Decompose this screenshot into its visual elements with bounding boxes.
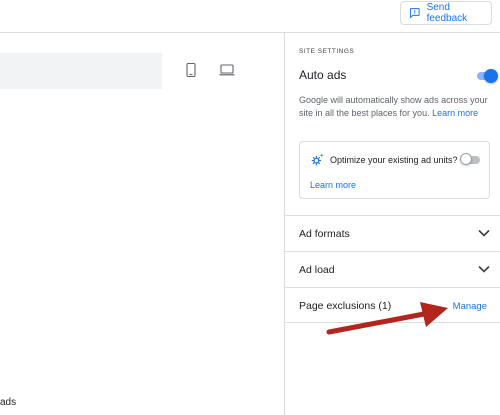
learn-more-link[interactable]: Learn more: [432, 108, 478, 118]
chevron-down-icon[interactable]: [477, 262, 491, 281]
gear-sparkle-icon: [310, 153, 324, 172]
optimize-learn-more-link[interactable]: Learn more: [310, 180, 356, 190]
toggle-thumb: [460, 153, 472, 165]
send-feedback-button[interactable]: Send feedback: [400, 1, 492, 25]
laptop-icon[interactable]: [219, 63, 235, 81]
auto-ads-description: Google will automatically show ads acros…: [299, 94, 489, 120]
auto-ads-label: Auto ads: [299, 68, 347, 82]
feedback-icon: [409, 8, 420, 19]
ad-load-row[interactable]: Ad load: [285, 251, 500, 287]
ad-load-label: Ad load: [299, 264, 335, 276]
auto-ads-toggle[interactable]: [475, 69, 498, 83]
send-feedback-label: Send feedback: [426, 2, 468, 24]
preview-url-bar: [0, 53, 162, 89]
site-settings-panel: SITE SETTINGS Auto ads Google will autom…: [284, 33, 500, 415]
ad-formats-row[interactable]: Ad formats: [285, 215, 500, 251]
top-bar: Send feedback: [0, 0, 500, 33]
ad-formats-label: Ad formats: [299, 228, 350, 240]
optimize-card: Optimize your existing ad units? Learn m…: [299, 141, 490, 199]
chevron-down-icon[interactable]: [477, 226, 491, 245]
optimize-toggle[interactable]: [460, 153, 482, 167]
manage-link[interactable]: Manage: [453, 301, 487, 312]
optimize-label: Optimize your existing ad units?: [330, 155, 458, 165]
phone-icon[interactable]: [186, 62, 196, 82]
preview-area: ads: [0, 33, 284, 415]
preview-text: ads: [0, 397, 17, 408]
toggle-thumb: [484, 69, 498, 83]
section-title: SITE SETTINGS: [299, 48, 355, 55]
annotation-arrow: [326, 302, 448, 335]
